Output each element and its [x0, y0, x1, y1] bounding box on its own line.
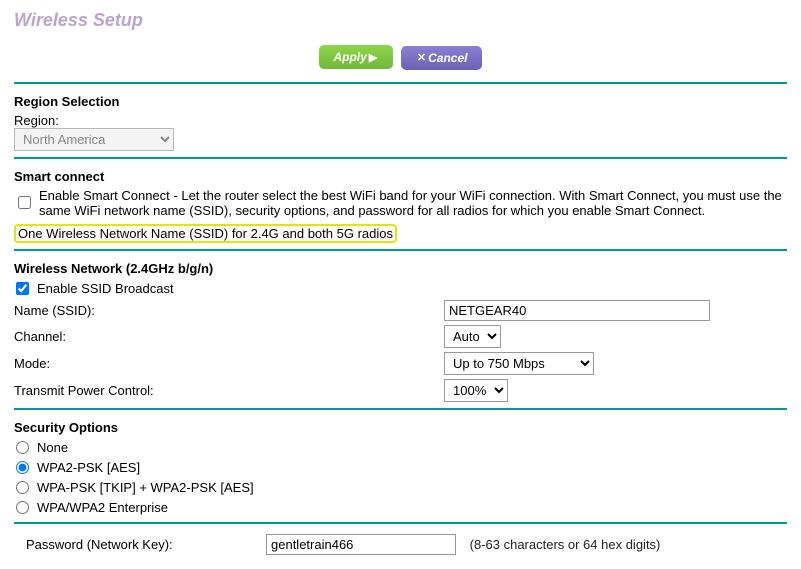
channel-select[interactable]: Auto [444, 325, 501, 348]
security-none-label: None [37, 440, 68, 455]
page-title: Wireless Setup [14, 10, 787, 31]
smart-connect-highlight: One Wireless Network Name (SSID) for 2.4… [14, 224, 397, 243]
divider [14, 82, 787, 84]
apply-icon: ▶ [367, 51, 379, 64]
smart-connect-label: Enable Smart Connect - Let the router se… [39, 188, 787, 218]
region-heading: Region Selection [14, 94, 787, 109]
divider [14, 408, 787, 410]
security-enterprise-label: WPA/WPA2 Enterprise [37, 500, 168, 515]
security-wpatkip-label: WPA-PSK [TKIP] + WPA2-PSK [AES] [37, 480, 254, 495]
security-wpa2psk-radio[interactable] [16, 461, 29, 474]
apply-label: Apply [333, 50, 366, 64]
enable-ssid-checkbox[interactable] [16, 282, 29, 295]
password-input[interactable] [266, 534, 456, 555]
smart-connect-heading: Smart connect [14, 169, 787, 184]
security-none-radio[interactable] [16, 441, 29, 454]
apply-button[interactable]: Apply ▶ [319, 45, 393, 69]
security-heading: Security Options [14, 420, 787, 435]
cancel-label: Cancel [428, 51, 467, 65]
smart-connect-checkbox[interactable] [18, 196, 31, 209]
mode-select[interactable]: Up to 750 Mbps [444, 352, 594, 375]
wn24-heading: Wireless Network (2.4GHz b/g/n) [14, 261, 787, 276]
ssid-name-input[interactable] [444, 300, 710, 321]
region-select[interactable]: North America [14, 128, 174, 151]
divider [14, 157, 787, 159]
button-bar: Apply ▶ ✕ Cancel [14, 45, 787, 70]
cancel-icon: ✕ [415, 51, 428, 64]
password-hint: (8-63 characters or 64 hex digits) [470, 537, 661, 552]
divider [14, 522, 787, 524]
region-label: Region: [14, 113, 787, 128]
security-enterprise-radio[interactable] [16, 501, 29, 514]
ssid-name-label: Name (SSID): [14, 303, 444, 318]
divider [14, 249, 787, 251]
channel-label: Channel: [14, 329, 444, 344]
tpc-select[interactable]: 100% [444, 379, 508, 402]
security-wpa2psk-label: WPA2-PSK [AES] [37, 460, 140, 475]
security-wpatkip-radio[interactable] [16, 481, 29, 494]
cancel-button[interactable]: ✕ Cancel [401, 46, 482, 70]
password-label: Password (Network Key): [26, 537, 266, 552]
enable-ssid-label: Enable SSID Broadcast [37, 281, 174, 296]
mode-label: Mode: [14, 356, 444, 371]
tpc-label: Transmit Power Control: [14, 383, 444, 398]
